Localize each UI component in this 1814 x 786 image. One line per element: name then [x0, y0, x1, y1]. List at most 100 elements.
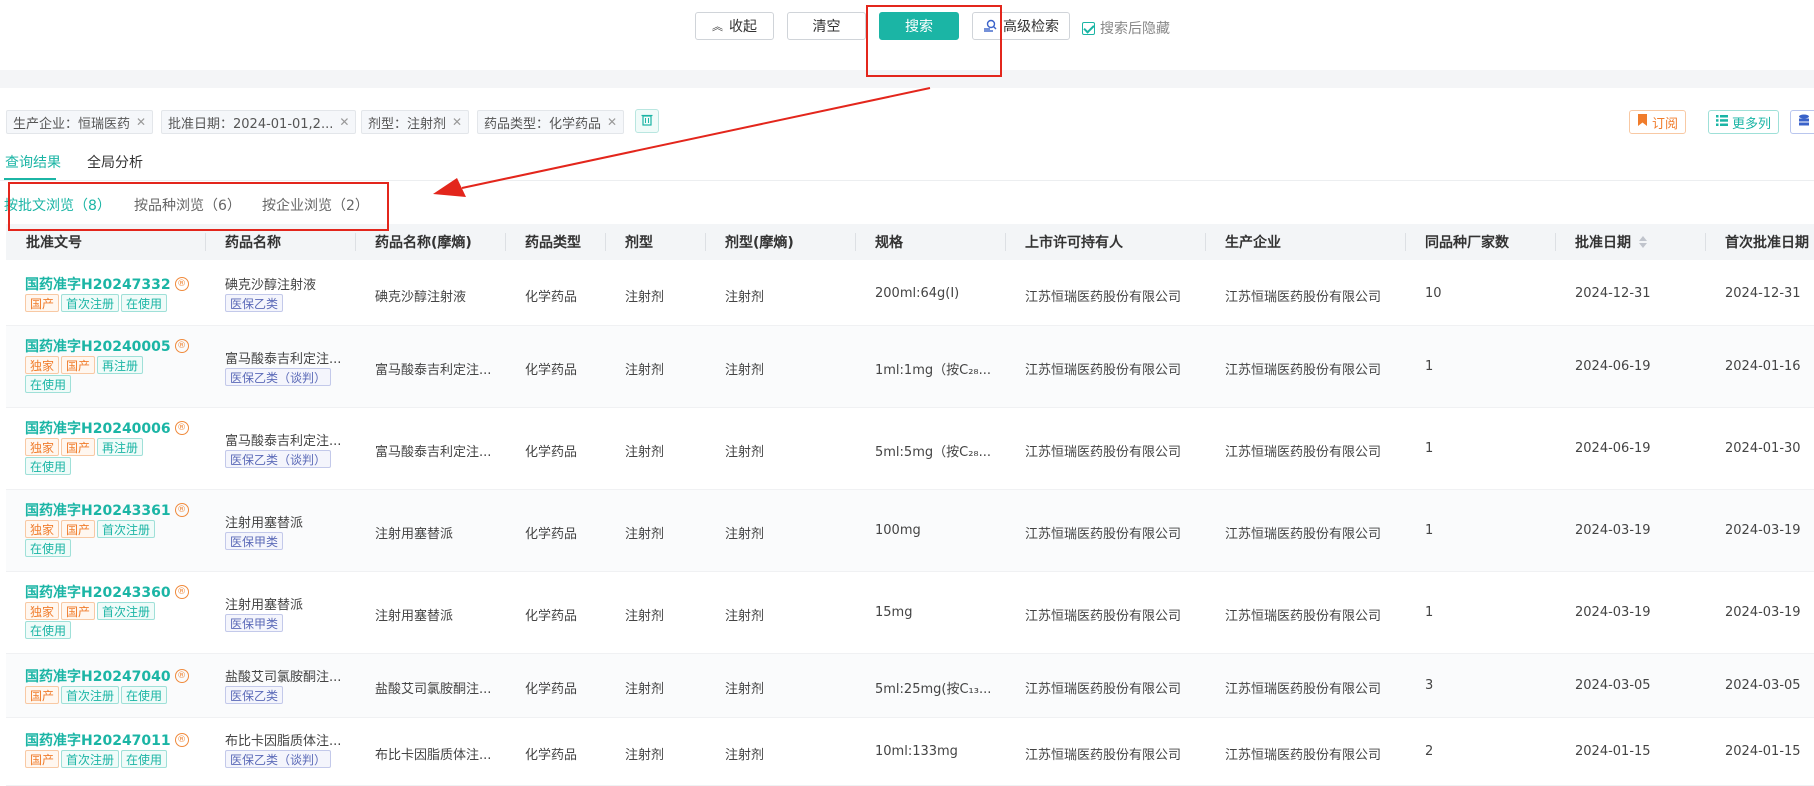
close-icon[interactable]: ✕	[339, 115, 349, 129]
manufacturer: 江苏恒瑞医药股份有限公司	[1225, 682, 1382, 697]
status-tag: 国产	[61, 438, 96, 456]
drug-type: 化学药品	[525, 445, 578, 460]
approval-date: 2024-03-05	[1575, 678, 1651, 693]
approval-date: 2024-06-19	[1575, 441, 1651, 456]
col-same-variety-count[interactable]: 同品种厂家数	[1425, 224, 1509, 260]
approval-number-link[interactable]: 国药准字H20247040 ®	[25, 666, 189, 686]
dosage-form-moshang: 注射剂	[725, 609, 765, 624]
license-holder: 江苏恒瑞医药股份有限公司	[1025, 445, 1182, 460]
drug-name-moshang: 碘克沙醇注射液	[375, 290, 467, 305]
approval-number-link[interactable]: 国药准字H20243361 ®	[25, 500, 189, 520]
tab-divider	[0, 180, 1814, 181]
table-row[interactable]: 国药准字H20243360 ® 独家 国产 首次注册 在使用 注射用塞替派 医保甲类 注射用塞替…	[6, 572, 1814, 654]
tab-browse-by-variety[interactable]: 按品种浏览（6）	[134, 195, 241, 215]
col-drug-name[interactable]: 药品名称	[225, 224, 281, 260]
sort-icon[interactable]	[1639, 236, 1647, 248]
col-first-approval-date[interactable]: 首次批准日期	[1725, 224, 1809, 260]
manufacturer: 江苏恒瑞医药股份有限公司	[1225, 527, 1382, 542]
table-row[interactable]: 国药准字H20243361 ® 独家 国产 首次注册 在使用 注射用塞替派 医保甲类 注射用塞替…	[6, 490, 1814, 572]
advanced-search-button[interactable]: 高级检索	[972, 12, 1070, 40]
insurance-badge: 医保乙类（谈判）	[225, 368, 332, 386]
col-approval-no[interactable]: 批准文号	[26, 224, 82, 260]
dosage-form: 注射剂	[625, 609, 665, 624]
col-dosage[interactable]: 剂型	[625, 224, 653, 260]
status-tag: 在使用	[121, 686, 168, 704]
approval-number-link[interactable]: 国药准字H20247332 ®	[25, 274, 189, 294]
more-columns-button[interactable]: 更多列	[1708, 110, 1780, 134]
col-drug-type[interactable]: 药品类型	[525, 224, 581, 260]
column-divider	[1705, 233, 1706, 251]
table-row[interactable]: 国药准字H20240005 ® 独家 国产 再注册 在使用 富马酸泰吉利定注... 医保乙类（…	[6, 326, 1814, 408]
drug-name: 盐酸艾司氯胺酮注...	[225, 670, 342, 685]
col-holder[interactable]: 上市许可持有人	[1025, 224, 1123, 260]
first-approval-date: 2024-01-16	[1725, 359, 1801, 374]
manufacturer: 江苏恒瑞医药股份有限公司	[1225, 748, 1382, 763]
database-icon	[1798, 114, 1810, 130]
license-holder: 江苏恒瑞医药股份有限公司	[1025, 748, 1182, 763]
tab-global-analysis[interactable]: 全局分析	[87, 152, 143, 172]
tab-browse-by-approval[interactable]: 按批文浏览（8）	[4, 195, 111, 215]
drug-name-moshang: 注射用塞替派	[375, 527, 454, 542]
subscribe-button[interactable]: 订阅	[1629, 110, 1687, 134]
col-dosage-moshang[interactable]: 剂型(摩熵)	[725, 224, 794, 260]
clear-button[interactable]: 清空	[787, 12, 866, 40]
drug-name: 富马酸泰吉利定注...	[225, 434, 342, 449]
status-tag: 在使用	[121, 750, 168, 768]
approval-date: 2024-06-19	[1575, 359, 1651, 374]
tab-browse-by-company[interactable]: 按企业浏览（2）	[262, 195, 369, 215]
dosage-form: 注射剂	[625, 527, 665, 542]
search-button[interactable]: 搜索	[879, 12, 959, 40]
manufacturer: 江苏恒瑞医药股份有限公司	[1225, 445, 1382, 460]
approval-number-link[interactable]: 国药准字H20247011 ®	[25, 730, 189, 750]
dosage-form-moshang: 注射剂	[725, 445, 765, 460]
filter-chip-manufacturer: 生产企业：恒瑞医药 ✕	[6, 110, 154, 134]
table-row[interactable]: 国药准字H20240006 ® 独家 国产 再注册 在使用 富马酸泰吉利定注... 医保乙类（…	[6, 408, 1814, 490]
status-tag: 在使用	[121, 294, 168, 312]
collapse-button[interactable]: ︽ 收起	[695, 12, 774, 40]
drug-name-moshang: 注射用塞替派	[375, 609, 454, 624]
column-divider	[355, 233, 356, 251]
approval-number-link[interactable]: 国药准字H20243360 ®	[25, 582, 189, 602]
clear-filters-button[interactable]	[635, 109, 659, 133]
status-tag: 国产	[61, 356, 96, 374]
list-icon	[1716, 114, 1728, 130]
approval-number-link[interactable]: 国药准字H20240006 ®	[25, 418, 189, 438]
dosage-form: 注射剂	[625, 290, 665, 305]
license-holder: 江苏恒瑞医药股份有限公司	[1025, 682, 1182, 697]
drug-type: 化学药品	[525, 527, 578, 542]
specification: 100mg	[875, 523, 921, 538]
col-drug-name-moshang[interactable]: 药品名称(摩熵)	[375, 224, 472, 260]
hide-after-search-checkbox[interactable]: 搜索后隐藏	[1082, 18, 1170, 38]
drug-name-moshang: 富马酸泰吉利定注...	[375, 363, 492, 378]
drug-name-moshang: 布比卡因脂质体注...	[375, 748, 492, 763]
status-tag: 独家	[25, 438, 60, 456]
manufacturer: 江苏恒瑞医药股份有限公司	[1225, 363, 1382, 378]
status-tag: 在使用	[25, 621, 72, 639]
drug-type: 化学药品	[525, 290, 578, 305]
tab-query-results[interactable]: 查询结果	[5, 152, 61, 172]
same-variety-count: 1	[1425, 441, 1434, 456]
col-manufacturer[interactable]: 生产企业	[1225, 224, 1281, 260]
status-tag: 独家	[25, 520, 60, 538]
approval-number-link[interactable]: 国药准字H20240005 ®	[25, 336, 189, 356]
close-icon[interactable]: ✕	[452, 115, 462, 129]
drug-type: 化学药品	[525, 748, 578, 763]
table-row[interactable]: 国药准字H20247332 ® 国产 首次注册 在使用 碘克沙醇注射液 医保乙类 碘克沙醇注射…	[6, 262, 1814, 326]
insurance-badge: 医保乙类（谈判）	[225, 750, 332, 768]
search-toolbar: ︽ 收起 清空 搜索 高级检索 搜索后隐藏	[0, 0, 1814, 60]
status-tag: 在使用	[25, 457, 72, 475]
table-row[interactable]: 国药准字H20247040 ® 国产 首次注册 在使用 盐酸艾司氯胺酮注... 医保乙类 盐酸…	[6, 654, 1814, 718]
col-approval-date[interactable]: 批准日期	[1575, 224, 1647, 260]
insurance-badge: 医保乙类	[225, 686, 284, 704]
column-divider	[505, 233, 506, 251]
close-icon[interactable]: ✕	[136, 115, 146, 129]
table-row[interactable]: 国药准字H20247011 ® 国产 首次注册 在使用 布比卡因脂质体注... 医保乙类（谈…	[6, 718, 1814, 786]
status-tag: 国产	[61, 602, 96, 620]
status-tag: 国产	[61, 520, 96, 538]
database-button[interactable]	[1790, 110, 1814, 134]
col-spec[interactable]: 规格	[875, 224, 903, 260]
close-icon[interactable]: ✕	[607, 115, 617, 129]
same-variety-count: 1	[1425, 359, 1434, 374]
status-tag: 在使用	[25, 375, 72, 393]
table-header: 批准文号 药品名称 药品名称(摩熵) 药品类型 剂型 剂型(摩熵) 规格 上市许…	[6, 224, 1814, 260]
